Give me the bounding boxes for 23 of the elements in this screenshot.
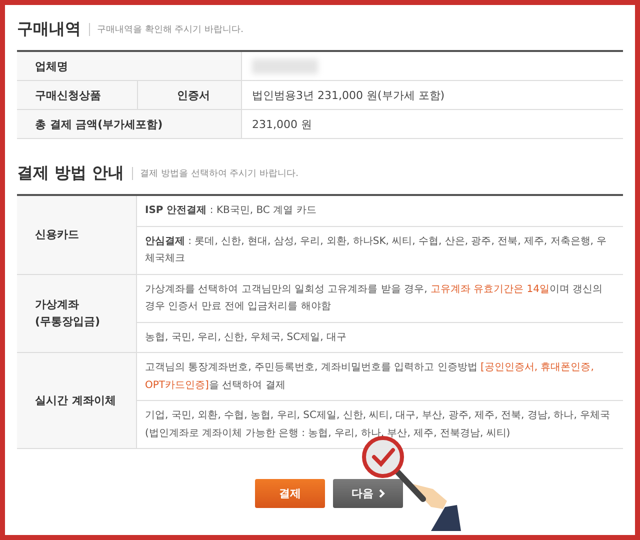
next-button[interactable]: 다음 xyxy=(333,479,403,508)
method-label: 가상계좌 xyxy=(35,296,80,313)
method-label: 신용카드 xyxy=(35,226,80,243)
table-header-cell: 총 결제 금액(부가세포함) xyxy=(17,110,241,139)
chevron-right-icon xyxy=(378,489,384,498)
table-header-cell: 구매신청상품 xyxy=(17,81,137,110)
method-description: 고객님의 통장계좌번호, 주민등록번호, 계좌비밀번호를 입력하고 인증방법 [공인인증서, 휴대폰인증, OPT카드인증]을 선택하여 결제 xyxy=(144,361,595,392)
method-description: 가상계좌를 선택하여 고객님만의 일회성 고유계좌를 받을 경우, 고유계좌 유효기간은 14일이며 갱신의 경우 인증서 만료 전에 입금처리를 해야함 xyxy=(144,282,604,314)
section-subtitle: 구매내역을 확인해 주시기 바랍니다. xyxy=(89,23,244,36)
pay-button[interactable]: 결제 xyxy=(255,479,325,508)
section-title: 결제 방법 안내 xyxy=(17,163,124,184)
method-label: 실시간 계좌이체 xyxy=(35,392,117,409)
table-header-cell: 업체명 xyxy=(17,52,241,81)
method-label: (무통장입금) xyxy=(35,314,102,330)
table-cell: 법인범용3년 231,000 원(부가세 포함) xyxy=(241,81,623,110)
blurred-text xyxy=(252,58,318,74)
method-description: 농협, 국민, 우리, 신한, 우체국, SC제일, 대구 xyxy=(137,322,623,352)
table-header-cell: 인증서 xyxy=(137,81,241,110)
method-description: 안심결제 : 롯데, 신한, 현대, 삼성, 우리, 외환, 하나SK, 씨티, 수협, 산은, 광주, 전북, 제주, 저축은행, 우체국체크 xyxy=(137,226,623,274)
section-title: 구매내역 xyxy=(17,19,81,40)
table-cell: 231,000 원 xyxy=(241,110,623,139)
section-subtitle: 결제 방법을 선택하여 주시기 바랍니다. xyxy=(132,167,298,180)
method-description: ISP 안전결제 : KB국민, BC 계열 카드 xyxy=(144,204,318,218)
